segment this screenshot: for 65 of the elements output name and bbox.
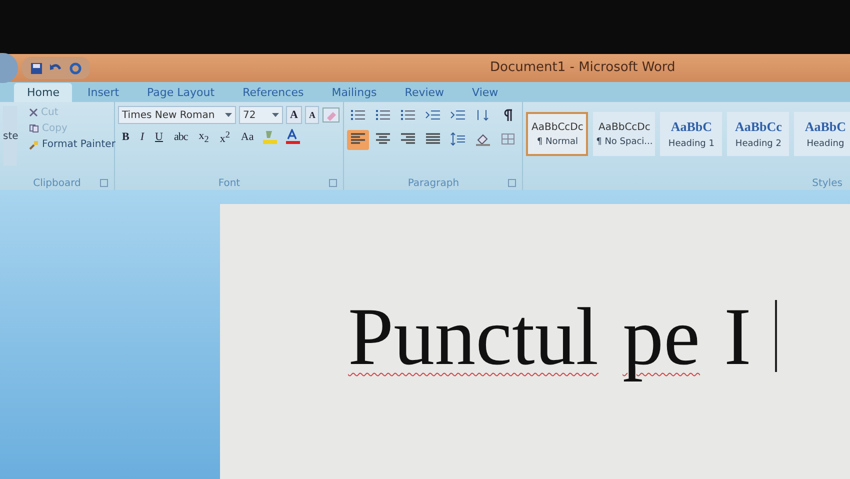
save-icon[interactable] (30, 62, 43, 74)
group-label: Clipboard (33, 178, 81, 188)
document-word: Punctul (348, 296, 599, 384)
ribbon-tab[interactable]: View (459, 83, 512, 102)
ribbon-tab[interactable]: Insert (74, 83, 132, 102)
align-left-button[interactable] (347, 130, 370, 150)
borders-icon (500, 132, 516, 146)
text-cursor (775, 300, 778, 372)
align-right-icon (400, 132, 416, 146)
style-gallery-item[interactable]: AaBbC Heading 1 (660, 112, 722, 156)
style-gallery-item[interactable]: AaBbCcDc ¶ Normal (526, 112, 588, 156)
sort-icon (475, 108, 492, 122)
group-label: Styles (812, 178, 842, 188)
align-left-icon (350, 132, 366, 146)
ribbon-tab[interactable]: Home (14, 83, 72, 102)
justify-icon (425, 132, 442, 146)
group-label: Font (218, 178, 240, 188)
font-name-field[interactable]: Times New Roman (118, 106, 236, 124)
style-name: Heading 2 (735, 139, 782, 149)
bullets-icon (350, 108, 366, 122)
paintbrush-icon (29, 140, 39, 150)
ribbon-tab[interactable]: Page Layout (134, 83, 228, 102)
style-preview: AaBbC (804, 119, 846, 135)
document-word: I (724, 296, 752, 384)
group-label: Paragraph (408, 178, 460, 188)
office-button[interactable] (0, 53, 18, 83)
shading-icon (475, 132, 492, 146)
numbering-icon (375, 108, 392, 122)
dropdown-arrow-icon[interactable] (225, 113, 232, 117)
indent-icon (450, 108, 466, 122)
dropdown-arrow-icon[interactable] (272, 113, 279, 117)
format-button[interactable]: U (151, 128, 167, 146)
align-center-icon (375, 132, 392, 146)
style-preview: AaBbCcDc (598, 122, 650, 132)
format-button[interactable]: x$^{2}$ (216, 128, 234, 146)
style-preview: AaBbCc (734, 119, 782, 135)
ribbon-tab[interactable]: Mailings (318, 83, 390, 102)
format-button[interactable]: abc (170, 128, 192, 146)
ribbon-tab[interactable]: References (230, 83, 317, 102)
ribbon-tab[interactable]: Review (392, 83, 458, 102)
font-size-field[interactable]: 72 (239, 106, 283, 124)
style-gallery-item[interactable]: AaBbCcDc ¶ No Spaci... (593, 112, 656, 156)
style-gallery-item[interactable]: AaBbC Heading (794, 112, 850, 156)
scissors-icon (29, 108, 38, 117)
format-button[interactable]: Aa (236, 128, 258, 146)
style-name: Heading (806, 139, 844, 149)
style-preview: AaBbCcDc (532, 122, 584, 132)
style-gallery-item[interactable]: AaBbCc Heading 2 (727, 112, 790, 156)
shrink-font-button[interactable]: A (304, 106, 320, 124)
window-title: Document1 - Microsoft Word (490, 60, 676, 75)
style-name: Heading 1 (668, 139, 714, 149)
style-name: ¶ No Spaci... (596, 136, 653, 146)
outdent-icon (425, 108, 442, 122)
clipboard-button[interactable]: Format Painter (27, 138, 118, 151)
paste-button[interactable]: ste (3, 106, 17, 166)
grow-font-button[interactable]: A (286, 106, 302, 124)
copy-icon (29, 124, 39, 133)
spacing-icon (450, 132, 466, 146)
format-button[interactable]: x$_{2}$ (194, 128, 213, 146)
document-word: pe (622, 296, 700, 384)
multilevel-icon (400, 108, 416, 122)
style-preview: AaBbC (670, 119, 712, 135)
style-name: ¶ Normal (536, 136, 578, 146)
format-button[interactable]: I (136, 128, 148, 146)
format-button[interactable]: B (118, 128, 134, 146)
